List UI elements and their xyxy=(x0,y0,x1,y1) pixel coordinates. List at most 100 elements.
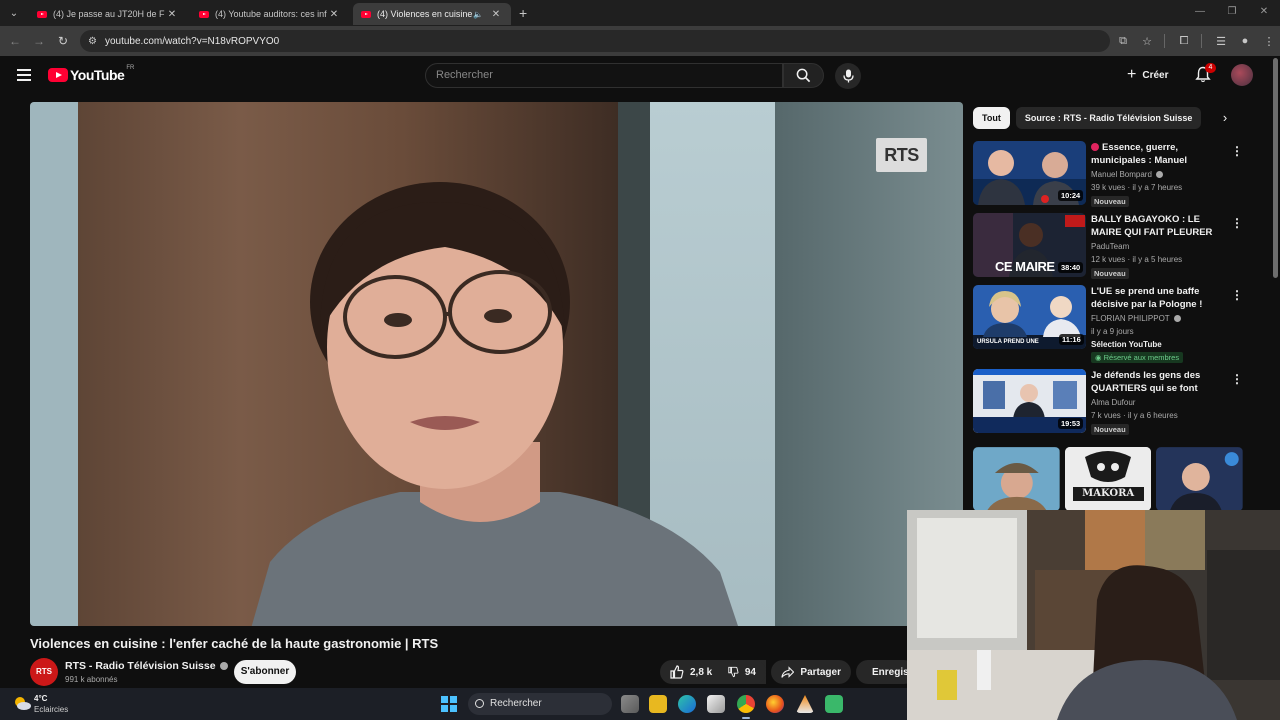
save-label: Enregis xyxy=(872,666,909,678)
create-label: Créer xyxy=(1142,69,1169,81)
chip-source[interactable]: Source : RTS - Radio Télévision Suisse xyxy=(1015,107,1202,129)
like-count: 2,8 k xyxy=(690,666,713,678)
recommended-video[interactable]: 19:53 Je défends les gens des QUARTIERS … xyxy=(973,369,1263,435)
subscriber-count: 991 k abonnés xyxy=(65,675,118,684)
recommended-video[interactable]: URSULA PREND UNE 11:16 L'UE se prend une… xyxy=(973,285,1263,365)
menu-icon[interactable] xyxy=(17,69,31,81)
firefox-browser-icon[interactable] xyxy=(766,695,784,713)
video-title: Violences en cuisine : l'enfer caché de … xyxy=(30,636,439,651)
tab-search-icon[interactable]: ☰ xyxy=(1210,35,1232,48)
microsoft-store-icon[interactable] xyxy=(707,695,725,713)
new-badge: Nouveau xyxy=(1091,268,1129,279)
country-code: FR xyxy=(126,65,135,71)
search-icon xyxy=(796,68,811,83)
chevron-right-icon[interactable]: › xyxy=(1216,108,1234,128)
url-field[interactable]: ⚙ youtube.com/watch?v=N18vROPVYO0 xyxy=(80,30,1110,52)
youtube-selection-label: Sélection YouTube xyxy=(1091,340,1162,349)
file-explorer-icon[interactable] xyxy=(649,695,667,713)
share-button[interactable]: Partager xyxy=(771,660,851,684)
bookmark-star-icon[interactable]: ☆ xyxy=(1136,35,1158,48)
forward-icon[interactable]: → xyxy=(27,34,51,48)
thumbs-down-icon xyxy=(728,666,739,678)
active-app-indicator xyxy=(742,717,750,719)
more-options-icon[interactable]: ⋮ xyxy=(1231,371,1243,387)
tab-title: (4) Youtube auditors: ces influe xyxy=(215,9,327,19)
install-app-icon[interactable]: ⧉ xyxy=(1112,35,1134,48)
verified-icon xyxy=(219,662,228,671)
close-tab-icon[interactable]: ✕ xyxy=(327,9,341,20)
video-meta: il y a 9 jours xyxy=(1091,327,1134,336)
channel-name-text: Manuel Bompard xyxy=(1091,170,1152,179)
windows-start-icon[interactable] xyxy=(441,696,457,712)
page-scrollbar[interactable] xyxy=(1273,58,1278,278)
recommended-video[interactable]: 10:24 Essence, guerre, municipales : Man… xyxy=(973,141,1263,207)
weather-temperature[interactable]: 4°C xyxy=(34,694,47,703)
video-player[interactable]: RTS xyxy=(30,102,963,626)
short-thumbnail[interactable] xyxy=(973,447,1060,511)
dislike-button[interactable]: 94 xyxy=(718,660,766,684)
recommended-video[interactable]: CE MAIRE 38:40 BALLY BAGAYOKO : LE MAIRE… xyxy=(973,213,1263,279)
browser-menu-icon[interactable]: ⋮ xyxy=(1258,35,1280,48)
create-button[interactable]: + Créer xyxy=(1127,64,1168,86)
shorts-row: MAKORA xyxy=(973,447,1244,511)
back-icon[interactable]: ← xyxy=(3,34,27,48)
app-icon[interactable] xyxy=(825,695,843,713)
youtube-logo[interactable]: YouTube FR xyxy=(48,65,135,83)
notifications-button[interactable]: 4 xyxy=(1195,63,1216,84)
minimize-icon[interactable]: — xyxy=(1184,0,1216,24)
search-button[interactable] xyxy=(783,63,824,88)
video-meta: 39 k vues · il y a 7 heures xyxy=(1091,183,1183,192)
new-tab-icon[interactable]: + xyxy=(519,5,527,21)
channel-name: Alma Dufour xyxy=(1091,398,1136,407)
taskbar-search-box[interactable]: Rechercher xyxy=(468,693,612,715)
rts-watermark: RTS xyxy=(876,138,927,172)
youtube-favicon-icon xyxy=(37,10,47,18)
vlc-player-icon[interactable] xyxy=(796,695,814,713)
search-input[interactable]: Rechercher xyxy=(425,63,783,88)
subscribe-button[interactable]: S'abonner xyxy=(234,660,296,684)
restore-icon[interactable]: ❐ xyxy=(1216,0,1248,24)
microphone-icon xyxy=(842,69,854,83)
notification-count-badge: 4 xyxy=(1205,63,1216,73)
divider xyxy=(1201,34,1202,48)
new-badge: Nouveau xyxy=(1091,424,1129,435)
voice-search-button[interactable] xyxy=(835,63,861,89)
more-options-icon[interactable]: ⋮ xyxy=(1231,287,1243,303)
browser-tab-3[interactable]: (4) Violences en cuisine : l'e 🔈 ✕ xyxy=(353,3,511,25)
close-tab-icon[interactable]: ✕ xyxy=(489,9,503,20)
browser-tab-2[interactable]: (4) Youtube auditors: ces influe ✕ xyxy=(191,3,349,25)
streamer-webcam xyxy=(907,510,1280,720)
short-thumbnail[interactable] xyxy=(1156,447,1244,511)
close-window-icon[interactable]: ✕ xyxy=(1248,0,1280,24)
audio-playing-icon[interactable]: 🔈 xyxy=(473,10,483,19)
window-controls: — ❐ ✕ xyxy=(1184,0,1280,24)
browser-tab-1[interactable]: (4) Je passe au JT20H de France ✕ xyxy=(29,3,187,25)
channel-avatar[interactable]: RTS xyxy=(30,658,58,686)
chrome-browser-icon[interactable] xyxy=(737,695,755,713)
site-info-icon[interactable]: ⚙ xyxy=(88,36,97,47)
channel-name-text: FLORIAN PHILIPPOT xyxy=(1091,314,1170,323)
extensions-icon[interactable]: ⧠ xyxy=(1173,35,1195,48)
close-tab-icon[interactable]: ✕ xyxy=(165,9,179,20)
profile-icon[interactable]: ● xyxy=(1234,35,1256,47)
chip-all[interactable]: Tout xyxy=(973,107,1010,129)
windows-taskbar: 4°C Eclaircies Rechercher xyxy=(0,688,907,720)
reload-icon[interactable]: ↻ xyxy=(51,34,75,48)
more-options-icon[interactable]: ⋮ xyxy=(1231,215,1243,231)
task-view-icon[interactable] xyxy=(621,695,639,713)
thumbnail-caption: CE MAIRE xyxy=(995,259,1055,274)
edge-browser-icon[interactable] xyxy=(678,695,696,713)
makora-logo-icon xyxy=(1064,447,1152,511)
channel-name[interactable]: RTS - Radio Télévision Suisse xyxy=(65,660,228,672)
video-title: L'UE se prend une baffe décisive par la … xyxy=(1091,286,1203,310)
browser-tab-strip: ⌄ (4) Je passe au JT20H de France ✕ (4) … xyxy=(0,0,1280,26)
short-thumbnail[interactable]: MAKORA xyxy=(1064,447,1152,511)
tab-search-chevron-icon[interactable]: ⌄ xyxy=(3,2,25,24)
youtube-header: YouTube FR Rechercher + Créer 4 xyxy=(0,56,1280,94)
weather-partly-sunny-icon xyxy=(15,697,31,710)
account-avatar[interactable] xyxy=(1231,64,1253,86)
members-only-badge: ◉ Réservé aux membres xyxy=(1091,352,1184,363)
search-icon xyxy=(475,699,484,708)
channel-name-text: RTS - Radio Télévision Suisse xyxy=(65,660,216,672)
more-options-icon[interactable]: ⋮ xyxy=(1231,143,1243,159)
